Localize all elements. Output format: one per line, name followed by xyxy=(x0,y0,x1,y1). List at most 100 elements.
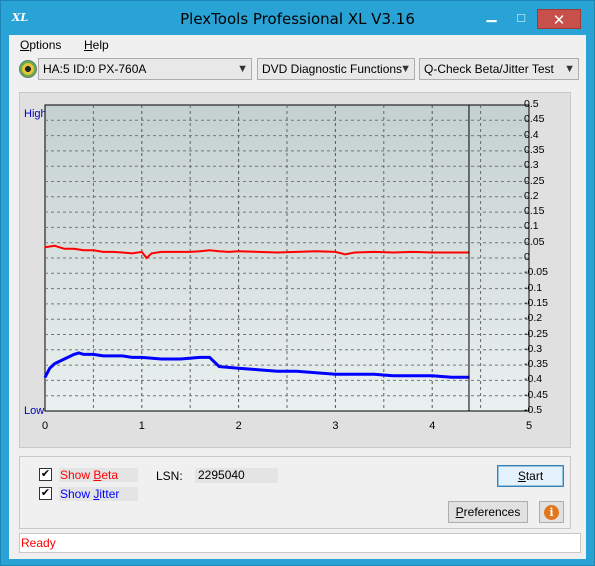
jitter-data-point xyxy=(44,376,46,379)
beta-data-point xyxy=(92,249,95,252)
menu-help[interactable]: Help xyxy=(84,38,109,52)
beta-data-point xyxy=(53,244,56,247)
jitter-data-point xyxy=(92,353,95,356)
y-tick-label: -0.35 xyxy=(524,358,548,371)
jitter-data-point xyxy=(131,356,133,359)
jitter-data-point xyxy=(111,355,114,357)
menu-options-mnemonic: O xyxy=(20,38,30,52)
chevron-down-icon: ▼ xyxy=(400,63,411,75)
y-tick-label: -0.05 xyxy=(524,266,548,279)
start-mnemonic: S xyxy=(517,469,526,483)
y-tick-label: 0.45 xyxy=(524,113,545,126)
beta-data-point xyxy=(63,248,66,250)
minimize-button[interactable]: ▁ xyxy=(478,9,505,29)
disc-drive-icon xyxy=(19,60,37,78)
chevron-down-icon: ▼ xyxy=(237,63,248,75)
jitter-data-point xyxy=(78,352,80,354)
beta-data-point xyxy=(353,251,356,254)
beta-data-point xyxy=(82,249,85,252)
y-tick-label: -0.2 xyxy=(524,312,543,325)
y-tick-label: -0.25 xyxy=(524,327,548,340)
jitter-data-point xyxy=(179,358,182,360)
info-button[interactable]: i xyxy=(539,501,564,523)
show-jitter-prefix: Show xyxy=(60,487,94,501)
jitter-data-point xyxy=(160,358,162,360)
show-beta-text: Show Beta xyxy=(60,468,118,482)
beta-data-point xyxy=(295,251,298,253)
show-jitter-rest: itter xyxy=(99,487,120,501)
beta-data-point xyxy=(170,251,172,253)
jitter-data-point xyxy=(392,375,395,377)
y-tick-label: 0 xyxy=(524,251,530,263)
menu-help-mnemonic: H xyxy=(84,38,93,52)
function-select[interactable]: DVD Diagnostic Functions ▼ xyxy=(257,58,415,80)
beta-jitter-chart xyxy=(43,104,530,412)
y-tick-label: -0.1 xyxy=(524,281,543,294)
beta-data-point xyxy=(392,251,395,254)
status-bar: Ready xyxy=(19,533,581,553)
beta-data-point xyxy=(237,250,240,253)
y-tick-label: 0.05 xyxy=(524,235,545,248)
close-button[interactable]: ✕ xyxy=(537,9,581,29)
y-tick-label: -0.3 xyxy=(524,342,543,355)
jitter-data-point xyxy=(450,376,453,379)
x-tick-label: 4 xyxy=(429,420,436,432)
test-select-value: Q-Check Beta/Jitter Test xyxy=(424,62,554,76)
y-tick-label: 0.25 xyxy=(524,174,545,187)
beta-data-point xyxy=(160,251,162,253)
start-rest: tart xyxy=(525,469,544,483)
show-jitter-checkbox[interactable]: ✔ xyxy=(39,487,52,500)
jitter-data-point xyxy=(49,367,51,369)
beta-data-point xyxy=(199,250,201,253)
beta-data-point xyxy=(150,252,153,255)
jitter-data-point xyxy=(257,368,259,371)
beta-data-point xyxy=(412,251,414,253)
beta-data-point xyxy=(373,251,375,253)
test-select[interactable]: Q-Check Beta/Jitter Test ▼ xyxy=(419,58,579,80)
start-button[interactable]: Start xyxy=(497,465,564,487)
y-tick-label: 0.5 xyxy=(524,98,539,110)
y-tick-label: -0.45 xyxy=(524,388,548,401)
beta-data-point xyxy=(111,251,114,253)
jitter-data-point xyxy=(63,358,66,360)
show-beta-checkbox[interactable]: ✔ xyxy=(39,468,52,481)
chevron-down-icon: ▼ xyxy=(564,63,575,75)
beta-data-point xyxy=(145,257,148,259)
y-tick-label: 0.4 xyxy=(524,128,539,141)
jitter-data-point xyxy=(208,356,211,359)
lsn-label: LSN: xyxy=(156,469,183,483)
drive-select[interactable]: HA:5 ID:0 PX-760A ▼ xyxy=(38,58,252,80)
title-bar[interactable]: XL PlexTools Professional XL V3.16 ▁ ☐ ✕ xyxy=(1,1,594,35)
beta-data-point xyxy=(102,251,104,253)
jitter-data-point xyxy=(82,353,85,356)
beta-data-point xyxy=(179,251,182,253)
show-jitter-text: Show Jitter xyxy=(60,487,119,501)
y-tick-label: 0.35 xyxy=(524,143,545,156)
maximize-button[interactable]: ☐ xyxy=(507,9,535,29)
show-jitter-label[interactable]: Show Jitter xyxy=(59,487,138,501)
jitter-data-point xyxy=(218,365,221,368)
x-tick-label: 0 xyxy=(42,420,49,432)
beta-data-point xyxy=(131,252,133,255)
menu-options[interactable]: Options xyxy=(20,38,61,52)
show-beta-label[interactable]: Show Beta xyxy=(59,468,138,482)
jitter-data-point xyxy=(373,373,375,376)
beta-data-point xyxy=(450,251,453,254)
jitter-data-point xyxy=(73,353,75,356)
lsn-value: 2295040 xyxy=(195,468,278,483)
preferences-rest: references xyxy=(463,505,521,519)
y-tick-label: -0.15 xyxy=(524,296,548,309)
y-tick-label: 0.1 xyxy=(524,220,539,233)
drive-select-value: HA:5 ID:0 PX-760A xyxy=(43,62,147,76)
jitter-data-point xyxy=(237,367,240,369)
jitter-data-point xyxy=(431,375,434,377)
beta-data-point xyxy=(257,251,259,253)
preferences-button[interactable]: Preferences xyxy=(448,501,528,523)
toolbar: HA:5 ID:0 PX-760A ▼ DVD Diagnostic Funct… xyxy=(9,55,586,85)
jitter-data-point xyxy=(334,373,337,376)
jitter-data-point xyxy=(141,356,143,359)
jitter-data-point xyxy=(315,371,317,374)
window-title: PlexTools Professional XL V3.16 xyxy=(180,10,415,28)
y-tick-label: 0.15 xyxy=(524,205,545,218)
jitter-data-point xyxy=(412,375,414,377)
